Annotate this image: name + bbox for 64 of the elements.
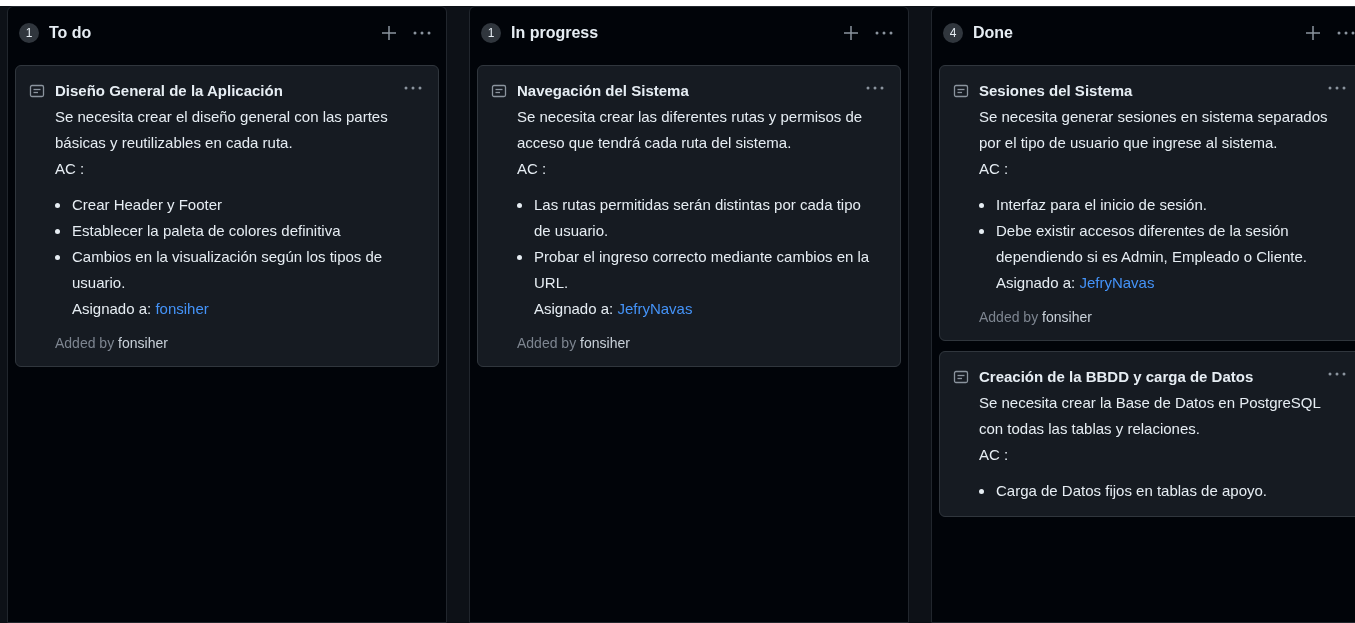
assigned-text: Asignado a: JefryNavas xyxy=(996,273,1156,293)
ac-label: AC : xyxy=(55,159,86,179)
bullet-icon xyxy=(517,203,522,208)
checklist-item: Las rutas permitidas serán distintas por cada tipo de usuario. xyxy=(534,195,862,241)
plus-icon xyxy=(382,26,396,40)
bullet-icon xyxy=(979,229,984,234)
more-icon xyxy=(404,86,422,90)
bullet-icon xyxy=(55,229,60,234)
plus-icon xyxy=(844,26,858,40)
bullet-icon xyxy=(55,203,60,208)
plus-icon xyxy=(1306,26,1320,40)
card-title[interactable]: Diseño General de la Aplicación xyxy=(55,78,283,104)
more-icon xyxy=(1328,86,1346,90)
issue-card[interactable] xyxy=(477,65,901,367)
card-count: 4 xyxy=(943,23,963,43)
column-title: To do xyxy=(49,23,93,43)
checklist-item: Debe existir accesos diferentes de la sesión dependiendo si es Admin, Empleado o Cliente. xyxy=(996,221,1309,267)
issue-card[interactable] xyxy=(15,65,439,367)
card-title[interactable]: Sesiones del Sistema xyxy=(979,78,1133,104)
bullet-icon xyxy=(979,203,984,208)
issue-card[interactable]: Creación de la BBDD y carga de Datos Se necesita crear la Base de Datos en PostgreSQL con todas las tablas y relaciones. AC : Carga de Datos fijos en tablas de apoyo. xyxy=(939,351,1355,517)
bullet-icon xyxy=(979,489,984,494)
assignee-link[interactable]: fonsiher xyxy=(155,300,209,317)
note-icon xyxy=(491,83,507,99)
card-title[interactable]: Navegación del Sistema xyxy=(517,78,689,104)
card-description: Se necesita crear las diferentes rutas y permisos de acceso que tendrá cada ruta del sistema. xyxy=(517,107,864,153)
more-icon xyxy=(866,86,884,90)
card-count: 1 xyxy=(19,23,39,43)
ac-label: AC : xyxy=(979,159,1010,179)
note-icon xyxy=(953,369,969,385)
added-by-text: Added by fonsiher xyxy=(55,334,169,353)
assignee-link[interactable]: JefryNavas xyxy=(617,300,693,317)
checklist-item: Probar el ingreso correcto mediante cambios en la URL. xyxy=(534,247,871,293)
ac-label: AC : xyxy=(517,159,548,179)
bullet-icon xyxy=(517,255,522,260)
more-icon xyxy=(875,31,893,35)
card-description: Se necesita generar sesiones en sistema separados por el tipo de usuario que ingrese al sistema. xyxy=(979,107,1329,153)
assigned-text: Asignado a: fonsiher xyxy=(72,299,210,319)
card-count: 1 xyxy=(481,23,501,43)
checklist-item: Cambios en la visualización según los tipos de usuario. xyxy=(72,247,384,293)
note-icon xyxy=(953,83,969,99)
checklist-item: Interfaz para el inicio de sesión. xyxy=(996,195,1207,215)
add-button[interactable] xyxy=(841,23,861,43)
card-title[interactable]: Creación de la BBDD y carga de Datos xyxy=(979,364,1254,390)
column-title: In progress xyxy=(511,23,600,43)
ac-label: AC : xyxy=(979,445,1010,465)
added-by-text: Added by fonsiher xyxy=(979,308,1093,327)
column-title: Done xyxy=(973,23,1014,43)
checklist-item: Carga de Datos fijos en tablas de apoyo. xyxy=(996,481,1267,501)
issue-card[interactable] xyxy=(939,65,1355,341)
more-icon xyxy=(1337,31,1355,35)
card-description: Se necesita crear el diseño general con las partes básicas y reutilizables en cada ruta. xyxy=(55,107,389,153)
assigned-text: Asignado a: JefryNavas xyxy=(534,299,694,319)
more-icon xyxy=(413,31,431,35)
checklist-item: Establecer la paleta de colores definitiva xyxy=(72,221,341,241)
bullet-icon xyxy=(55,255,60,260)
assignee-link[interactable]: JefryNavas xyxy=(1079,274,1155,291)
added-by-text: Added by fonsiher xyxy=(517,334,631,353)
note-icon xyxy=(29,83,45,99)
more-icon xyxy=(1328,372,1346,376)
add-button[interactable] xyxy=(1303,23,1323,43)
add-button[interactable] xyxy=(379,23,399,43)
card-description: Se necesita crear la Base de Datos en PostgreSQL con todas las tablas y relaciones. xyxy=(979,393,1322,439)
checklist-item: Crear Header y Footer xyxy=(72,195,223,215)
